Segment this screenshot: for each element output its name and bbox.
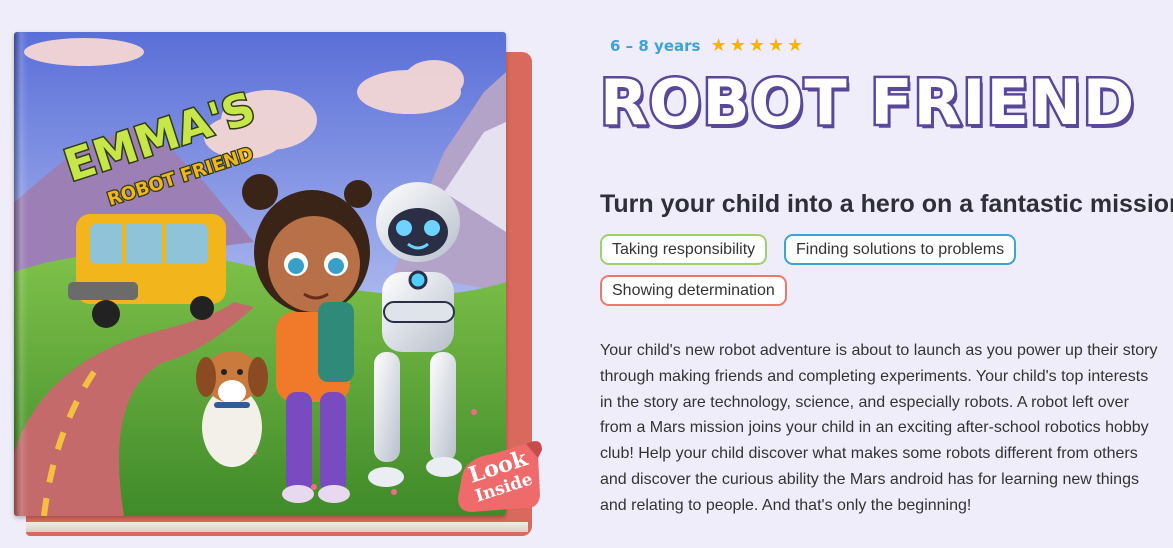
star-icon: ★ xyxy=(787,35,804,56)
skill-tag-solutions: Finding solutions to problems xyxy=(784,234,1017,265)
product-description: Your child's new robot adventure is abou… xyxy=(600,342,1158,514)
skill-tag-determination: Showing determination xyxy=(600,275,787,306)
book-cover-preview[interactable]: EMMA'S ROBOT FRIEND Look Inside xyxy=(14,32,542,536)
star-icon: ★ xyxy=(748,35,765,56)
product-title: ROBOT FRIEND xyxy=(597,64,1136,142)
star-icon: ★ xyxy=(767,35,785,56)
skill-tag-responsibility: Taking responsibility xyxy=(600,234,768,265)
book-spine-shading xyxy=(14,32,28,516)
cover-artwork: EMMA'S ROBOT FRIEND xyxy=(14,32,506,516)
book-cover-illustration: EMMA'S ROBOT FRIEND xyxy=(14,32,506,516)
product-subtitle: Turn your child into a hero on a fantast… xyxy=(600,190,1173,218)
star-rating: ★ ★ ★ ★ ★ xyxy=(710,37,803,55)
star-icon: ★ xyxy=(729,35,746,56)
look-inside-button[interactable]: Look Inside xyxy=(452,436,544,516)
age-rating-row: 6 – 8 years ★ ★ ★ ★ ★ xyxy=(610,35,803,57)
age-range: 6 – 8 years xyxy=(610,37,701,55)
star-icon: ★ xyxy=(710,35,727,56)
